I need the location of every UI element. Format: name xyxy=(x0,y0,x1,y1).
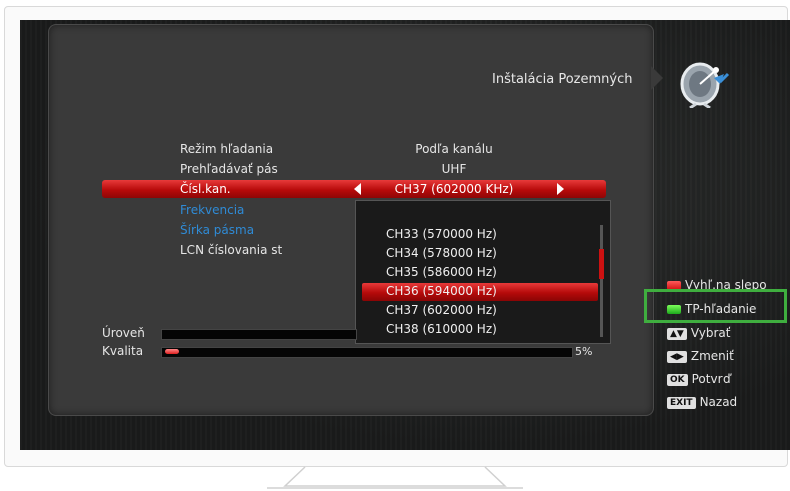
signal-quality-meter xyxy=(161,347,573,358)
tv-stand xyxy=(267,466,523,489)
menu-label-channel-number[interactable]: Čísl.kan. xyxy=(180,182,231,196)
dropdown-option-selected[interactable]: CH36 (594000 Hz) xyxy=(386,284,497,298)
dropdown-option[interactable]: CH38 (610000 Hz) xyxy=(386,322,497,336)
dropdown-option[interactable]: CH35 (586000 Hz) xyxy=(386,265,497,279)
menu-label-scan-band[interactable]: Prehľadávať pás xyxy=(180,162,278,176)
up-down-key-icon: ▲▼ xyxy=(667,327,687,340)
tp-search-highlight-box xyxy=(644,289,787,323)
left-right-key-icon: ◀▶ xyxy=(667,350,687,363)
signal-quality-label: Kvalita xyxy=(102,344,144,358)
page-title: Inštalácia Pozemných xyxy=(492,72,633,87)
signal-level-meter xyxy=(161,329,357,340)
signal-level-label: Úroveň xyxy=(102,326,145,340)
menu-label-search-mode[interactable]: Režim hľadania xyxy=(180,142,273,156)
legend-confirm-label: Potvrď xyxy=(691,372,731,386)
menu-label-bandwidth[interactable]: Šírka pásma xyxy=(180,223,254,237)
legend-select: ▲▼ Vybrať xyxy=(667,326,730,340)
channel-dropdown-list[interactable]: CH33 (570000 Hz) CH34 (578000 Hz) CH35 (… xyxy=(355,200,611,344)
arrow-right-icon[interactable] xyxy=(557,183,564,195)
menu-value-search-mode: Podľa kanálu xyxy=(415,142,493,156)
panel-tab xyxy=(651,66,663,90)
legend-change: ◀▶ Zmeniť xyxy=(667,349,734,363)
signal-quality-fill xyxy=(165,349,179,354)
legend-back: EXIT Nazad xyxy=(667,395,737,409)
dropdown-option[interactable]: CH37 (602000 Hz) xyxy=(386,303,497,317)
legend-change-label: Zmeniť xyxy=(690,349,734,363)
dropdown-scrollbar[interactable] xyxy=(600,225,603,337)
menu-label-lcn-numbering[interactable]: LCN číslovania st xyxy=(180,243,282,257)
menu-label-frequency[interactable]: Frekvencia xyxy=(180,203,244,217)
menu-value-channel-number[interactable]: CH37 (602000 KHz) xyxy=(370,182,538,196)
dropdown-option[interactable]: CH34 (578000 Hz) xyxy=(386,246,497,260)
menu-value-scan-band: UHF xyxy=(441,162,467,176)
signal-quality-percent: 5% xyxy=(575,345,593,358)
arrow-left-icon[interactable] xyxy=(354,183,361,195)
legend-back-label: Nazad xyxy=(699,395,738,409)
legend-confirm: OK Potvrď xyxy=(667,372,731,386)
satellite-dish-icon xyxy=(680,62,730,108)
ok-key-icon: OK xyxy=(667,373,688,386)
dropdown-option[interactable]: CH33 (570000 Hz) xyxy=(386,227,497,241)
tv-screen: Inštalácia Pozemných Režim hľadania Podľ… xyxy=(20,20,790,450)
legend-select-label: Vybrať xyxy=(690,326,731,340)
exit-key-icon: EXIT xyxy=(667,396,696,409)
dropdown-scrollbar-thumb[interactable] xyxy=(599,249,604,279)
